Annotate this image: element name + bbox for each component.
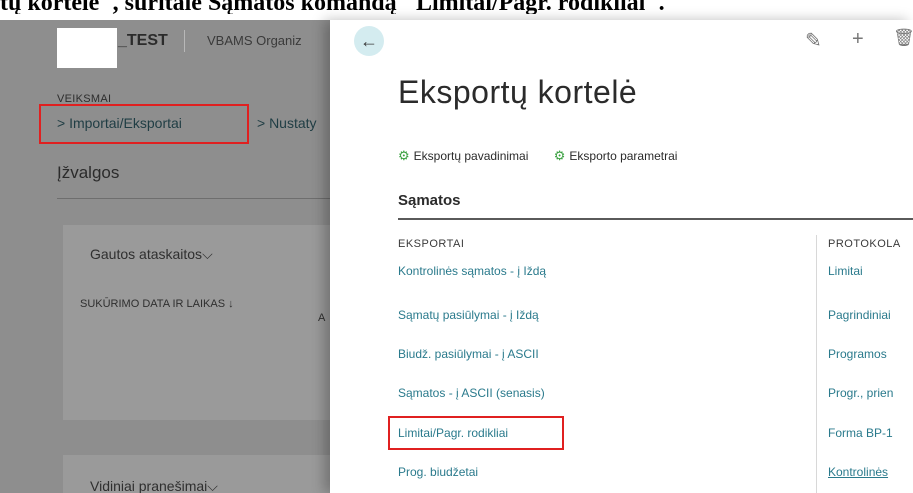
link-control[interactable]: Kontrolinės: [828, 465, 888, 479]
column-divider: [816, 235, 817, 493]
group-header-protocols: PROTOKOLA: [828, 238, 901, 250]
insights-divider: [57, 198, 347, 199]
column-header-a[interactable]: A: [318, 312, 325, 324]
link-estimates-ascii[interactable]: Sąmatos - į ASCII (senasis): [398, 386, 545, 400]
highlight-box: [388, 416, 564, 450]
link-budget-proposals[interactable]: Biudž. pasiūlymai - į ASCII: [398, 347, 539, 361]
section-divider: [398, 218, 913, 220]
company-name: _TEST: [118, 32, 168, 49]
link-form-bp1[interactable]: Forma BP-1: [828, 426, 893, 440]
delete-icon[interactable]: 🗑: [893, 28, 913, 48]
header-separator: [184, 30, 185, 52]
internal-messages-title[interactable]: Vidiniai pranešimai⌵: [90, 478, 218, 493]
caption-text: tų kortelė", suritalė Sąmatos komandą "L…: [0, 0, 665, 14]
chevron-down-icon: ⌵: [207, 478, 218, 493]
highlight-box: [39, 104, 249, 144]
column-header-created[interactable]: SUKŪRIMO DATA IR LAIKAS ↓: [80, 297, 240, 311]
page-title: Eksportų kortelė: [398, 74, 638, 110]
insights-heading: Įžvalgos: [57, 163, 120, 182]
received-reports-title[interactable]: Gautos ataskaitos⌵: [90, 246, 213, 263]
chevron-down-icon: ⌵: [202, 246, 213, 262]
edit-icon[interactable]: ✎: [805, 28, 822, 53]
back-arrow-icon[interactable]: ←: [354, 26, 384, 56]
action-nustatymai[interactable]: > Nustaty: [257, 115, 317, 131]
export-parameters-action[interactable]: ⚙ Eksporto parametrai: [553, 148, 678, 163]
link-estimate-proposals[interactable]: Sąmatų pasiūlymai - į Iždą: [398, 308, 539, 322]
link-control-estimates[interactable]: Kontrolinės sąmatos - į Iždą: [398, 264, 546, 278]
gears-icon: ⚙: [398, 148, 410, 163]
company-logo: [57, 28, 117, 68]
section-title[interactable]: Sąmatos: [398, 192, 461, 209]
export-names-action[interactable]: ⚙ Eksportų pavadinimai: [398, 148, 528, 163]
link-prog-budgets[interactable]: Prog. biudžetai: [398, 465, 478, 479]
link-main[interactable]: Pagrindiniai: [828, 308, 891, 322]
export-card-panel: ← ✎ + 🗑 Eksportų kortelė ⚙ Eksportų pavad…: [330, 20, 913, 493]
link-limits[interactable]: Limitai: [828, 264, 863, 278]
add-icon[interactable]: +: [852, 28, 864, 51]
action-bar: ⚙ Eksportų pavadinimai ⚙ Eksporto parametr…: [398, 148, 699, 164]
organization-name[interactable]: VBAMS Organiz: [207, 33, 302, 48]
link-programs[interactable]: Programos: [828, 347, 887, 361]
gears-icon: ⚙: [553, 148, 566, 163]
group-header-exports: EKSPORTAI: [398, 238, 465, 250]
link-program-measures[interactable]: Progr., prien: [828, 386, 893, 400]
